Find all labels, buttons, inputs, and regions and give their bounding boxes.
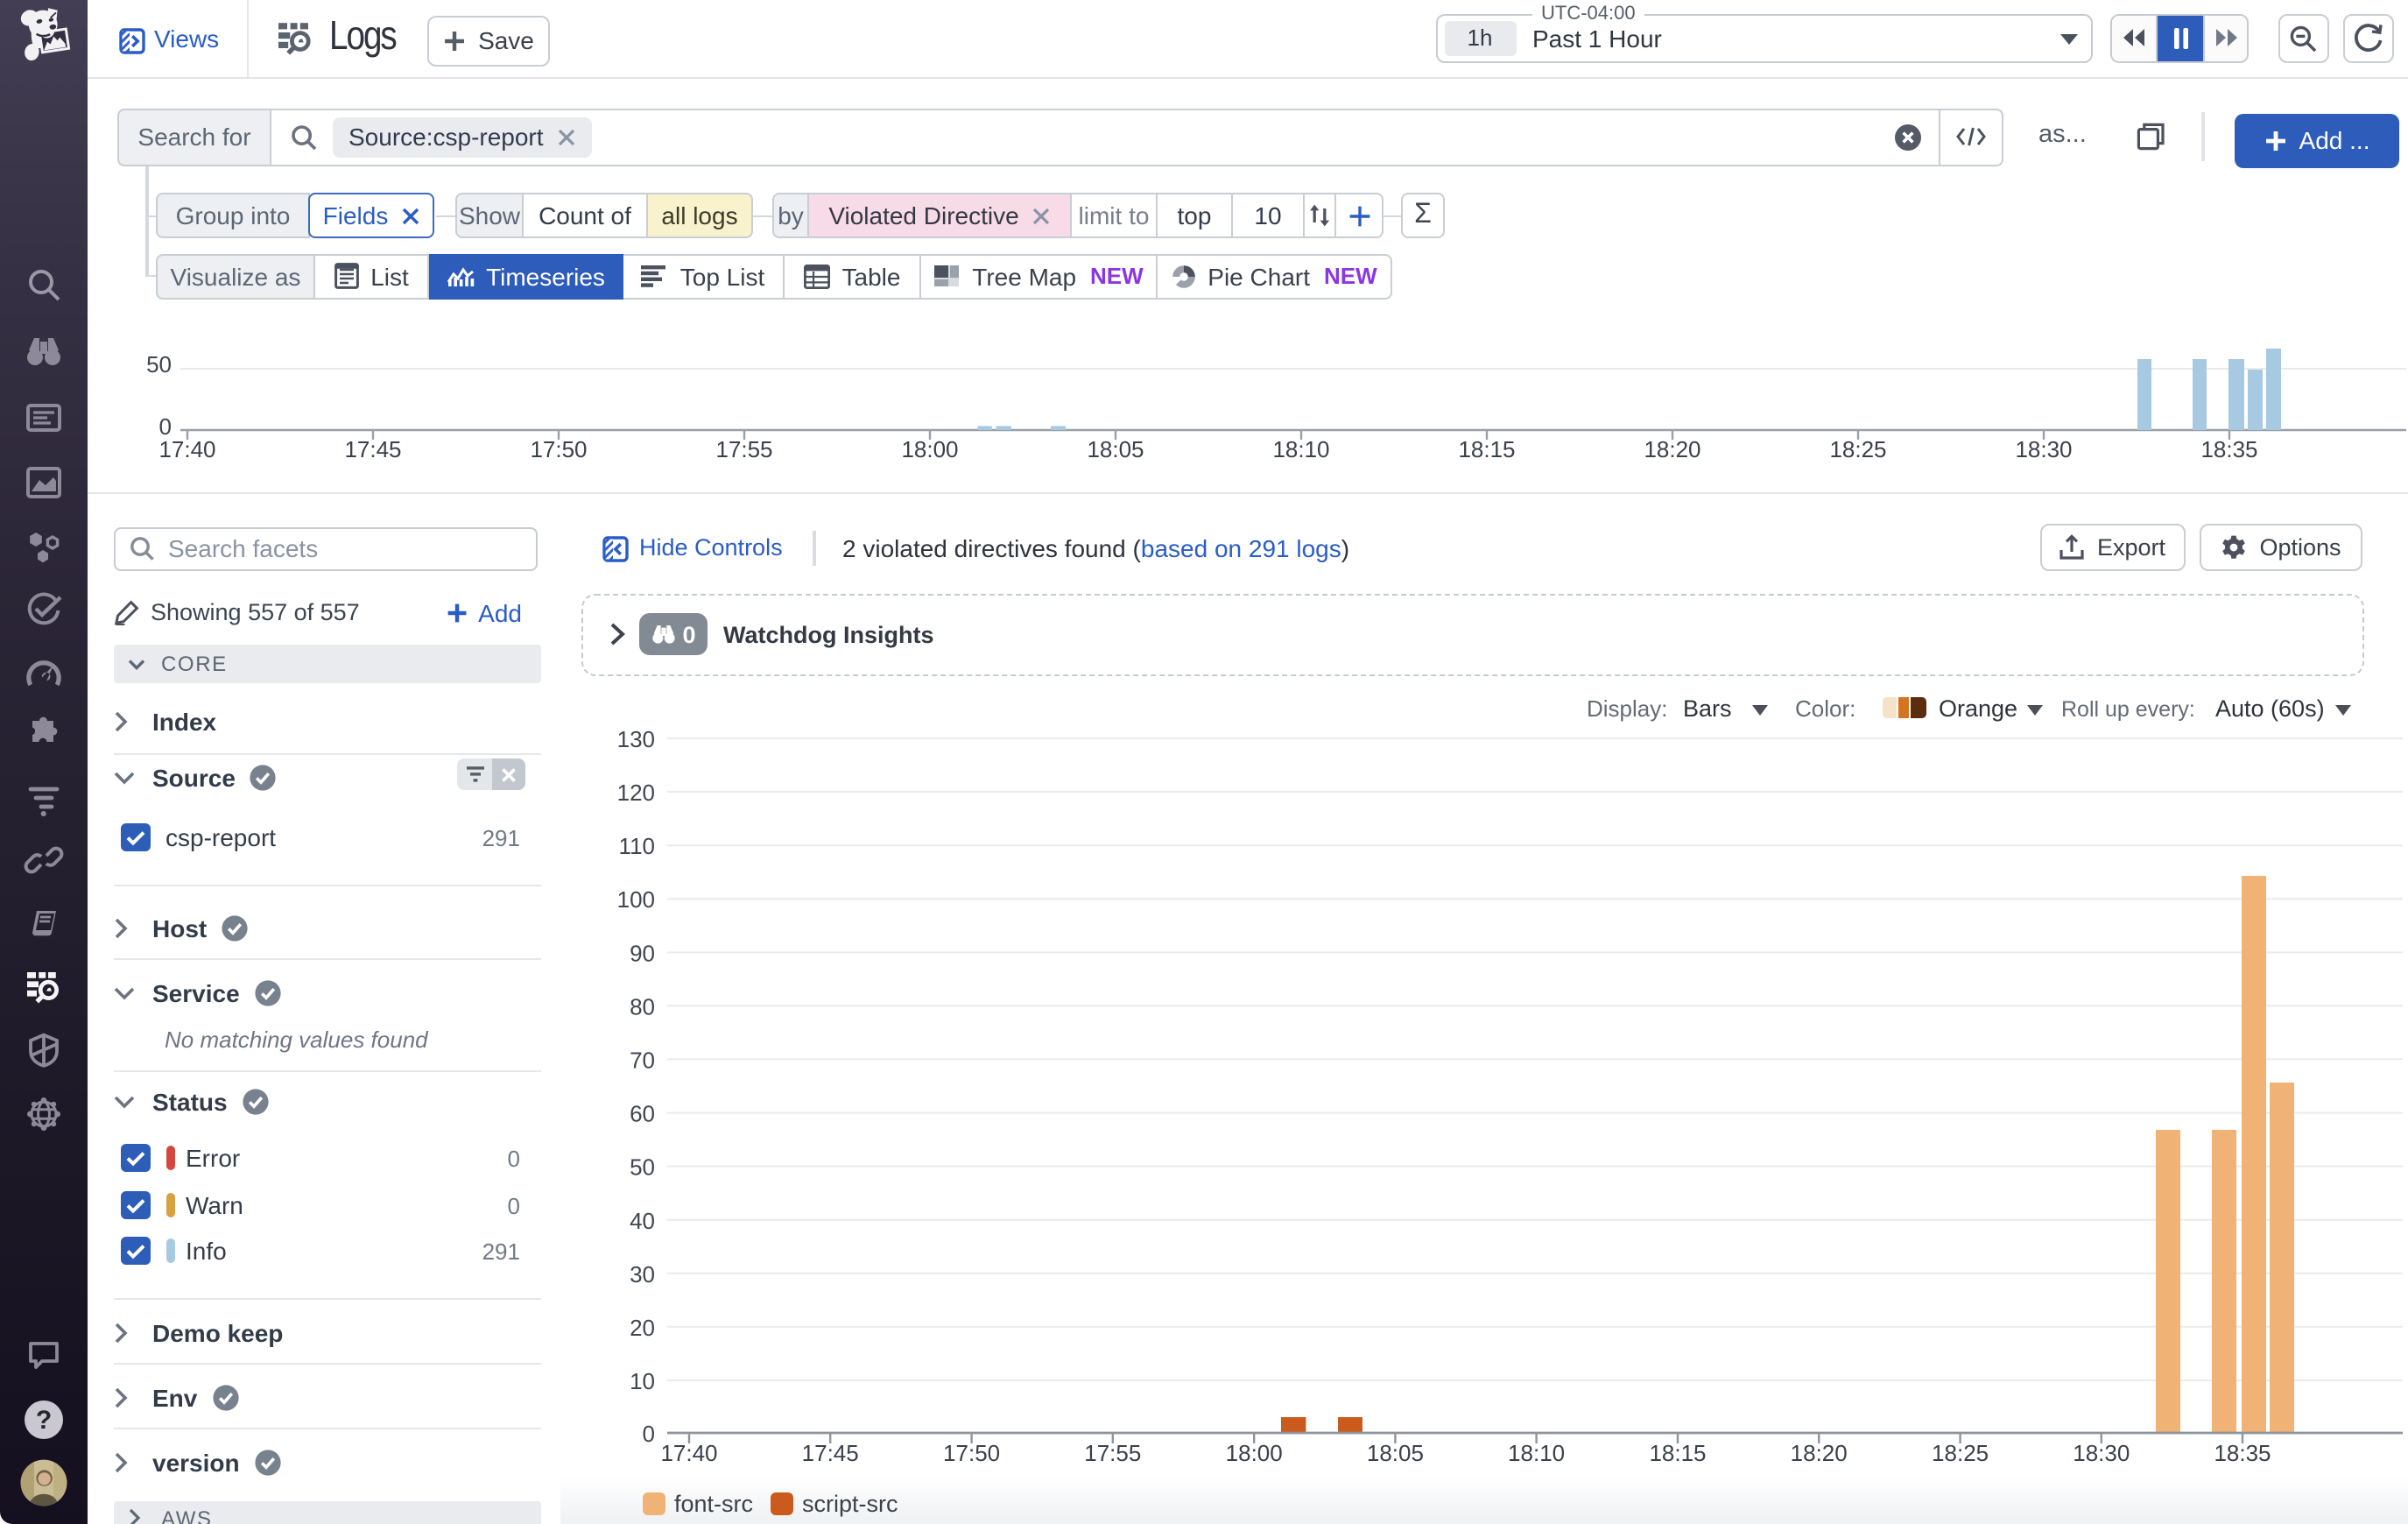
svg-text:18:25: 18:25 [1829,436,1886,462]
svg-text:17:55: 17:55 [715,436,772,462]
svg-text:80: 80 [630,993,655,1020]
svg-text:0: 0 [643,1421,655,1447]
svg-text:18:20: 18:20 [1644,436,1700,462]
svg-text:17:40: 17:40 [158,436,215,462]
svg-text:18:00: 18:00 [901,436,958,462]
svg-text:18:30: 18:30 [2015,436,2072,462]
svg-text:17:55: 17:55 [1084,1440,1141,1466]
svg-text:40: 40 [630,1208,655,1234]
svg-text:18:00: 18:00 [1226,1440,1283,1466]
svg-text:30: 30 [630,1261,655,1288]
svg-text:18:05: 18:05 [1367,1440,1424,1466]
svg-text:90: 90 [630,940,655,966]
svg-text:100: 100 [617,886,655,913]
svg-text:18:30: 18:30 [2073,1440,2130,1466]
svg-text:17:50: 17:50 [530,436,587,462]
svg-text:50: 50 [630,1154,655,1181]
svg-text:18:35: 18:35 [2214,1440,2271,1466]
svg-text:70: 70 [630,1047,655,1073]
svg-text:17:40: 17:40 [660,1440,717,1466]
svg-text:18:15: 18:15 [1458,436,1515,462]
svg-text:17:45: 17:45 [802,1440,859,1466]
svg-text:18:05: 18:05 [1087,436,1144,462]
svg-text:18:15: 18:15 [1649,1440,1706,1466]
svg-text:?: ? [36,1406,52,1435]
svg-text:110: 110 [619,833,655,859]
svg-text:50: 50 [146,351,172,377]
svg-text:120: 120 [617,780,655,806]
svg-text:130: 130 [617,726,655,752]
svg-text:18:10: 18:10 [1272,436,1329,462]
svg-text:18:25: 18:25 [1932,1440,1989,1466]
svg-text:18:35: 18:35 [2200,436,2257,462]
svg-text:20: 20 [630,1315,655,1341]
svg-text:60: 60 [630,1101,655,1127]
svg-text:17:50: 17:50 [943,1440,1000,1466]
svg-text:18:10: 18:10 [1508,1440,1565,1466]
svg-text:18:20: 18:20 [1791,1440,1848,1466]
svg-text:10: 10 [630,1368,655,1394]
svg-text:17:45: 17:45 [344,436,401,462]
